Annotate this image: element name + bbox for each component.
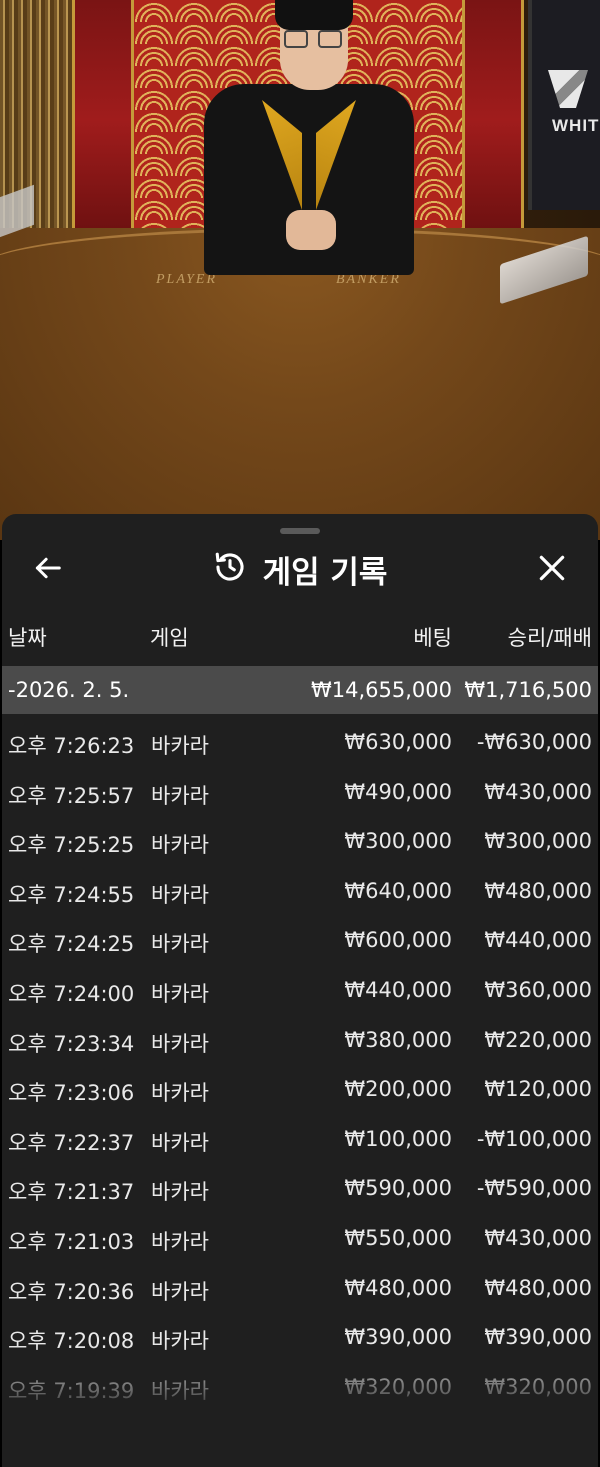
- summary-date: -2026. 2. 5.: [8, 678, 130, 702]
- back-button[interactable]: [28, 550, 68, 590]
- column-headers: 날짜 게임 베팅 승리/패배: [2, 612, 598, 656]
- history-row[interactable]: 오후 7:23:34 바카라 ₩380,000 ₩220,000: [2, 1012, 598, 1062]
- sheet-title: 게임 기록: [262, 554, 388, 591]
- history-list[interactable]: 오후 7:26:23 바카라 ₩630,000 -₩630,000 오후 7:25:5…: [2, 714, 598, 1408]
- row-game: 바카라: [151, 1130, 209, 1155]
- history-row[interactable]: 오후 7:21:37 바카라 ₩590,000 -₩590,000: [2, 1160, 598, 1210]
- row-game: 바카라: [151, 981, 209, 1006]
- red-panel-left: [72, 0, 134, 240]
- history-row[interactable]: 오후 7:22:37 바카라 ₩100,000 -₩100,000: [2, 1111, 598, 1161]
- row-bet: ₩380,000: [344, 1027, 452, 1052]
- row-result: -₩590,000: [476, 1176, 592, 1201]
- column-header-bet: 베팅: [413, 626, 452, 650]
- row-bet: ₩440,000: [344, 977, 452, 1002]
- history-row[interactable]: 오후 7:25:57 바카라 ₩490,000 ₩430,000: [2, 764, 598, 814]
- row-result: ₩430,000: [484, 1225, 592, 1250]
- row-time: 오후 7:24:00: [8, 981, 135, 1006]
- row-time: 오후 7:21:03: [8, 1229, 135, 1254]
- close-button[interactable]: [532, 550, 572, 590]
- row-time: 오후 7:24:55: [8, 882, 135, 907]
- column-header-date: 날짜: [8, 626, 47, 650]
- game-history-sheet: 게임 기록 날짜 게임 베팅 승리/패배 -2026. 2. 5. ₩14,65…: [2, 514, 598, 1467]
- row-time: 오후 7:22:37: [8, 1130, 135, 1155]
- history-row[interactable]: 오후 7:24:00 바카라 ₩440,000 ₩360,000: [2, 962, 598, 1012]
- history-row[interactable]: 오후 7:26:23 바카라 ₩630,000 -₩630,000: [2, 714, 598, 764]
- row-time: 오후 7:26:23: [8, 734, 135, 758]
- history-icon: [213, 550, 247, 588]
- row-time: 오후 7:20:08: [8, 1329, 135, 1354]
- row-result: -₩630,000: [476, 730, 592, 754]
- row-game: 바카라: [151, 1081, 209, 1106]
- summary-result-total: ₩1,716,500: [464, 678, 592, 702]
- row-result: ₩390,000: [484, 1325, 592, 1350]
- row-result: -₩100,000: [476, 1126, 592, 1151]
- row-game: 바카라: [151, 1378, 209, 1403]
- row-time: 오후 7:19:39: [8, 1378, 135, 1403]
- row-result: ₩300,000: [484, 829, 592, 854]
- history-row[interactable]: 오후 7:24:25 바카라 ₩600,000 ₩440,000: [2, 912, 598, 962]
- row-game: 바카라: [151, 1329, 209, 1354]
- dealer-hair: [275, 0, 353, 30]
- dealer: [204, 0, 414, 275]
- row-result: ₩120,000: [484, 1077, 592, 1102]
- row-time: 오후 7:21:37: [8, 1180, 135, 1205]
- row-game: 바카라: [151, 783, 209, 808]
- row-result: ₩220,000: [484, 1027, 592, 1052]
- row-bet: ₩480,000: [344, 1275, 452, 1300]
- row-time: 오후 7:23:06: [8, 1081, 135, 1106]
- dealer-glasses-left: [284, 30, 308, 48]
- row-result: ₩430,000: [484, 779, 592, 804]
- row-time: 오후 7:25:25: [8, 833, 135, 858]
- summary-bet-total: ₩14,655,000: [310, 678, 452, 702]
- drag-handle[interactable]: [280, 528, 320, 534]
- title-group: 게임 기록: [2, 538, 598, 600]
- row-time: 오후 7:25:57: [8, 783, 135, 808]
- screen-brand-text: WHIT: [552, 116, 600, 135]
- row-time: 오후 7:24:25: [8, 932, 135, 957]
- history-row[interactable]: 오후 7:19:39 바카라 ₩320,000 ₩320,000: [2, 1359, 598, 1409]
- row-bet: ₩200,000: [344, 1077, 452, 1102]
- history-row[interactable]: 오후 7:23:06 바카라 ₩200,000 ₩120,000: [2, 1061, 598, 1111]
- row-game: 바카라: [151, 1279, 209, 1304]
- row-result: ₩440,000: [484, 928, 592, 953]
- dealer-glasses-right: [318, 30, 342, 48]
- date-summary-row[interactable]: -2026. 2. 5. ₩14,655,000 ₩1,716,500: [2, 666, 598, 714]
- history-row[interactable]: 오후 7:21:03 바카라 ₩550,000 ₩430,000: [2, 1210, 598, 1260]
- row-bet: ₩320,000: [344, 1374, 452, 1399]
- row-game: 바카라: [151, 882, 209, 907]
- row-game: 바카라: [151, 1031, 209, 1056]
- row-bet: ₩550,000: [344, 1225, 452, 1250]
- row-bet: ₩600,000: [344, 928, 452, 953]
- row-bet: ₩630,000: [344, 730, 452, 754]
- history-row[interactable]: 오후 7:24:55 바카라 ₩640,000 ₩480,000: [2, 863, 598, 913]
- row-game: 바카라: [151, 833, 209, 858]
- history-row[interactable]: 오후 7:20:36 바카라 ₩480,000 ₩480,000: [2, 1260, 598, 1310]
- row-bet: ₩590,000: [344, 1176, 452, 1201]
- dealer-hands: [286, 210, 336, 250]
- close-icon: [537, 553, 567, 587]
- row-result: ₩480,000: [484, 878, 592, 903]
- column-header-result: 승리/패배: [507, 626, 592, 650]
- live-video-stage: WHIT PLAYER BANKER: [0, 0, 600, 540]
- row-game: 바카라: [151, 1180, 209, 1205]
- row-result: ₩480,000: [484, 1275, 592, 1300]
- row-bet: ₩490,000: [344, 779, 452, 804]
- row-game: 바카라: [151, 1229, 209, 1254]
- red-panel-right: [462, 0, 524, 240]
- row-game: 바카라: [151, 932, 209, 957]
- column-header-game: 게임: [150, 626, 189, 650]
- history-row[interactable]: 오후 7:25:25 바카라 ₩300,000 ₩300,000: [2, 813, 598, 863]
- row-bet: ₩640,000: [344, 878, 452, 903]
- row-bet: ₩390,000: [344, 1325, 452, 1350]
- row-bet: ₩100,000: [344, 1126, 452, 1151]
- row-bet: ₩300,000: [344, 829, 452, 854]
- sheet-header: 게임 기록: [2, 538, 598, 600]
- row-game: 바카라: [151, 734, 209, 758]
- row-result: ₩360,000: [484, 977, 592, 1002]
- row-result: ₩320,000: [484, 1374, 592, 1399]
- history-row[interactable]: 오후 7:20:08 바카라 ₩390,000 ₩390,000: [2, 1309, 598, 1359]
- row-time: 오후 7:20:36: [8, 1279, 135, 1304]
- row-time: 오후 7:23:34: [8, 1031, 135, 1056]
- arrow-left-icon: [33, 553, 63, 587]
